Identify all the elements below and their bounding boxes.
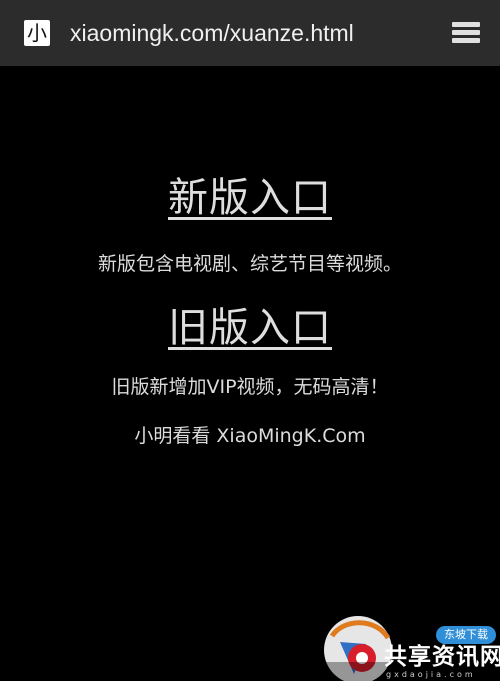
old-version-description: 旧版新增加VIP视频，无码高清！ (111, 376, 389, 398)
watermark-text: 共享资讯网 (384, 644, 500, 670)
hamburger-menu-icon (452, 22, 480, 43)
old-version-entry-link[interactable]: 旧版入口 (168, 300, 332, 356)
url-field[interactable]: xiaomingk.com/xuanze.html (70, 18, 430, 48)
site-brand-text: 小明看看 XiaoMingK.Com (134, 425, 366, 447)
site-favicon-icon: 小 (24, 20, 50, 46)
menu-button[interactable] (448, 18, 484, 50)
watermark: 东坡下载 共享资讯网 gxdaojia.com (318, 614, 500, 681)
new-version-entry-link[interactable]: 新版入口 (168, 170, 332, 226)
watermark-subtext: gxdaojia.com (386, 670, 476, 679)
new-version-description: 新版包含电视剧、综艺节目等视频。 (97, 253, 402, 275)
page: 小 xiaomingk.com/xuanze.html 新版入口 新版包含电视剧… (0, 0, 500, 681)
browser-address-bar: 小 xiaomingk.com/xuanze.html (0, 0, 500, 66)
